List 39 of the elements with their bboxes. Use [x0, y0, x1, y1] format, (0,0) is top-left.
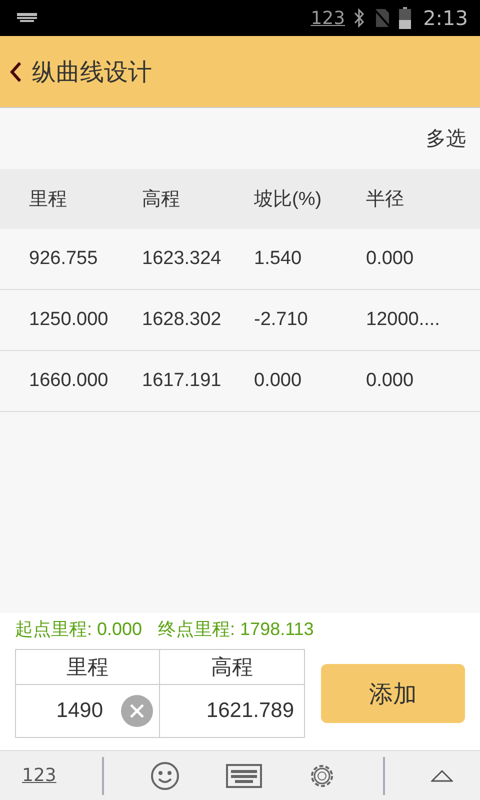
add-button[interactable]: 添加	[321, 664, 465, 723]
multi-select-button[interactable]: 多选	[426, 125, 466, 152]
table-row[interactable]: 926.755 1623.324 1.540 0.000	[0, 229, 480, 290]
bluetooth-icon	[353, 8, 366, 28]
clock-text: 2:13	[423, 6, 468, 30]
elevation-field[interactable]: 1621.789	[206, 699, 294, 723]
number-mode-key[interactable]: 123	[22, 765, 56, 786]
table-cell-text: 1250.000	[28, 309, 110, 331]
back-icon[interactable]	[10, 60, 22, 82]
battery-icon	[399, 7, 412, 29]
mileage-field[interactable]: 1490	[56, 699, 103, 723]
column-header: 坡比(%)	[253, 188, 323, 212]
page-title: 纵曲线设计	[32, 56, 152, 88]
table-cell-text: 1.540	[253, 248, 303, 270]
no-sim-icon	[373, 8, 392, 28]
table-row[interactable]: 1250.000 1628.302 -2.710 12000....	[0, 290, 480, 351]
column-header: 里程	[28, 188, 68, 212]
column-header: 半径	[365, 188, 405, 212]
table-cell-text: 1623.324	[141, 248, 222, 270]
smiley-icon[interactable]	[150, 760, 180, 790]
input-mode-text: 123	[310, 8, 346, 28]
table-cell-text: 1660.000	[28, 370, 110, 392]
table-cell-text: 12000....	[365, 309, 441, 331]
table-row[interactable]: 1660.000 1617.191 0.000 0.000	[0, 351, 480, 412]
table-cell-text: 0.000	[365, 370, 415, 392]
column-header: 高程	[160, 650, 304, 685]
table-cell-text: 0.000	[253, 370, 303, 392]
table-cell-text: 926.755	[28, 248, 99, 270]
collapse-icon[interactable]	[430, 768, 453, 782]
table-cell-text: 1617.191	[141, 370, 222, 392]
table-cell-text: 0.000	[365, 248, 415, 270]
end-mileage-text: 终点里程: 1798.113	[158, 618, 314, 641]
table-cell-text: 1628.302	[141, 309, 222, 331]
keyboard-icon	[17, 13, 37, 23]
column-header: 高程	[141, 188, 181, 212]
keyboard-icon[interactable]	[226, 764, 262, 788]
table-cell-text: -2.710	[253, 309, 309, 331]
start-mileage-text: 起点里程: 0.000	[15, 618, 142, 641]
column-header: 里程	[16, 650, 160, 685]
